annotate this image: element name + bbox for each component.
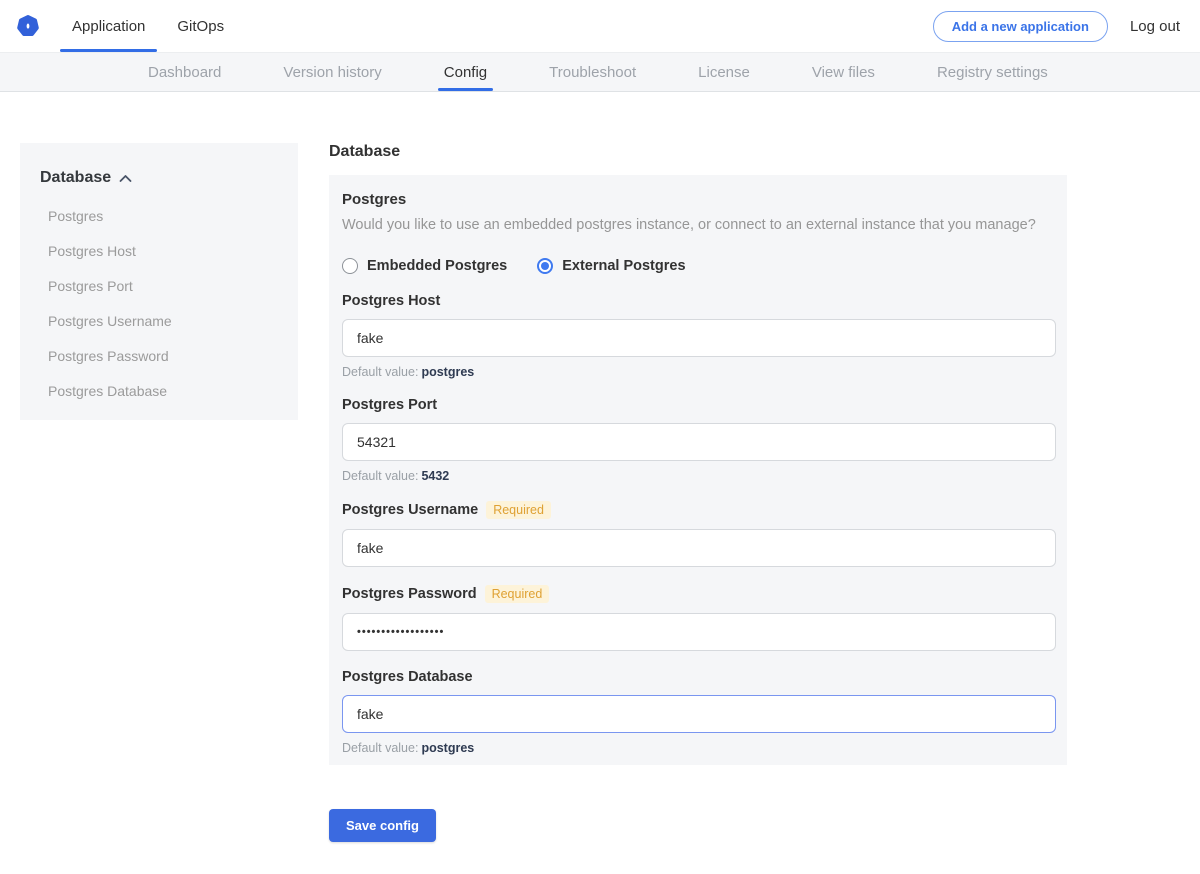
postgres-database-default: Default value:postgres xyxy=(342,741,1056,755)
postgres-port-label: Postgres Port xyxy=(342,397,437,413)
radio-unselected-icon[interactable] xyxy=(342,258,358,274)
default-label: Default value: xyxy=(342,365,418,379)
section-heading: Postgres xyxy=(342,191,1056,208)
app-logo[interactable] xyxy=(0,14,56,38)
postgres-password-input[interactable] xyxy=(342,613,1056,651)
subnav-license[interactable]: License xyxy=(698,53,750,91)
subnav-troubleshoot[interactable]: Troubleshoot xyxy=(549,53,636,91)
subnav-config[interactable]: Config xyxy=(444,53,487,91)
default-value: postgres xyxy=(421,365,474,379)
config-group-title: Database xyxy=(329,143,1067,161)
subnav-dashboard[interactable]: Dashboard xyxy=(148,53,221,91)
radio-embedded-postgres[interactable]: Embedded Postgres xyxy=(342,258,507,274)
postgres-password-label: Postgres Password xyxy=(342,586,477,602)
sidebar-item-postgres-host[interactable]: Postgres Host xyxy=(48,244,278,258)
postgres-database-label: Postgres Database xyxy=(342,669,473,685)
sidebar-item-postgres-username[interactable]: Postgres Username xyxy=(48,314,278,328)
app-sub-nav: Dashboard Version history Config Trouble… xyxy=(0,52,1200,92)
subnav-registry-settings[interactable]: Registry settings xyxy=(937,53,1048,91)
config-card: Postgres Would you like to use an embedd… xyxy=(329,175,1067,765)
sidebar-item-postgres-database[interactable]: Postgres Database xyxy=(48,384,278,398)
required-badge: Required xyxy=(486,501,551,519)
sidebar-item-postgres-password[interactable]: Postgres Password xyxy=(48,349,278,363)
section-description: Would you like to use an embedded postgr… xyxy=(342,217,1056,233)
logout-link[interactable]: Log out xyxy=(1130,18,1180,35)
postgres-database-input[interactable] xyxy=(342,695,1056,733)
tab-gitops[interactable]: GitOps xyxy=(161,0,240,52)
radio-selected-icon[interactable] xyxy=(537,258,553,274)
radio-external-label: External Postgres xyxy=(562,258,685,274)
postgres-type-radio-group: Embedded Postgres External Postgres xyxy=(342,258,1056,274)
tab-application[interactable]: Application xyxy=(56,0,161,52)
sidebar-group-label: Database xyxy=(40,169,111,187)
top-tabs: Application GitOps xyxy=(56,0,240,52)
postgres-port-default: Default value:5432 xyxy=(342,469,1056,483)
field-postgres-database: Postgres Database Default value:postgres xyxy=(342,669,1056,755)
field-postgres-password: Postgres Password Required xyxy=(342,585,1056,651)
postgres-port-input[interactable] xyxy=(342,423,1056,461)
save-config-button[interactable]: Save config xyxy=(329,809,436,842)
field-postgres-port: Postgres Port Default value:5432 xyxy=(342,397,1056,483)
default-label: Default value: xyxy=(342,741,418,755)
field-postgres-username: Postgres Username Required xyxy=(342,501,1056,567)
postgres-username-label: Postgres Username xyxy=(342,502,478,518)
subnav-view-files[interactable]: View files xyxy=(812,53,875,91)
sidebar-item-postgres-port[interactable]: Postgres Port xyxy=(48,279,278,293)
top-nav-right: Add a new application Log out xyxy=(933,11,1180,42)
sidebar-group-database[interactable]: Database xyxy=(40,169,278,187)
postgres-username-input[interactable] xyxy=(342,529,1056,567)
sidebar-item-postgres[interactable]: Postgres xyxy=(48,209,278,223)
default-value: postgres xyxy=(421,741,474,755)
default-label: Default value: xyxy=(342,469,418,483)
tab-gitops-label: GitOps xyxy=(177,18,224,35)
radio-embedded-label: Embedded Postgres xyxy=(367,258,507,274)
radio-external-postgres[interactable]: External Postgres xyxy=(537,258,685,274)
postgres-host-default: Default value:postgres xyxy=(342,365,1056,379)
tab-application-label: Application xyxy=(72,18,145,35)
subnav-version-history[interactable]: Version history xyxy=(283,53,381,91)
required-badge: Required xyxy=(485,585,550,603)
config-main: Database Postgres Would you like to use … xyxy=(329,143,1067,842)
default-value: 5432 xyxy=(421,469,449,483)
postgres-host-input[interactable] xyxy=(342,319,1056,357)
content-area: Database Postgres Postgres Host Postgres… xyxy=(0,92,1200,842)
top-nav: Application GitOps Add a new application… xyxy=(0,0,1200,52)
chevron-up-icon xyxy=(119,174,132,183)
config-sidebar: Database Postgres Postgres Host Postgres… xyxy=(20,143,298,420)
field-postgres-host: Postgres Host Default value:postgres xyxy=(342,293,1056,379)
postgres-host-label: Postgres Host xyxy=(342,293,440,309)
add-application-button[interactable]: Add a new application xyxy=(933,11,1108,42)
kots-logo-icon xyxy=(16,14,40,38)
